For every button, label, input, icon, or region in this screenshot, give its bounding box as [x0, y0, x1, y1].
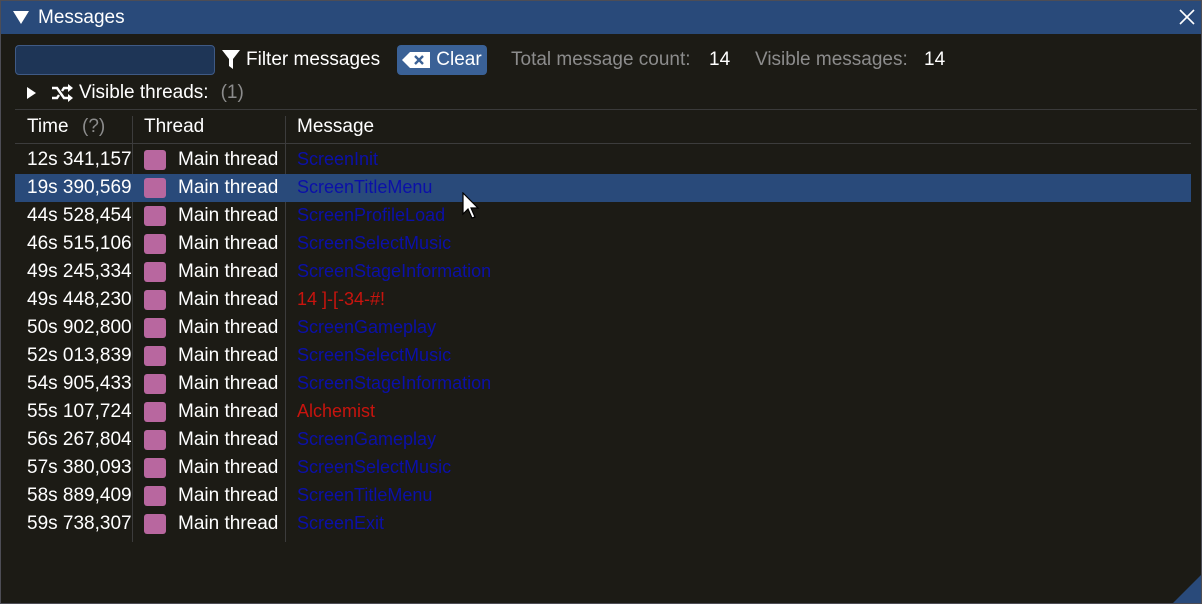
thread-color-swatch [144, 374, 166, 394]
column-header-thread[interactable]: Thread [144, 116, 204, 140]
table-row[interactable]: 49s 245,334 Main thread ScreenStageInforma… [15, 258, 1191, 286]
row-message: ScreenStageInformation [297, 261, 492, 281]
messages-table-body: 12s 341,157 Main thread ScreenInit 19s 390,… [15, 146, 1191, 538]
visible-count-value: 14 [924, 49, 946, 70]
column-header-message[interactable]: Message [297, 116, 374, 140]
table-row[interactable]: 59s 738,307 Main thread ScreenExit [15, 510, 1191, 538]
row-time: 58s 889,409 [27, 485, 132, 506]
row-thread: Main thread [178, 401, 279, 422]
row-time: 59s 738,307 [27, 513, 132, 534]
row-message: ScreenSelectMusic [297, 345, 452, 365]
table-row[interactable]: 49s 448,230 Main thread 14 ]-[-34-#! [15, 286, 1191, 314]
window-title: Messages [38, 6, 125, 28]
clear-button-label: Clear [436, 49, 482, 70]
column-header-time[interactable]: Time [27, 116, 69, 140]
table-row[interactable]: 46s 515,106 Main thread ScreenSelectMusic [15, 230, 1191, 258]
row-thread: Main thread [178, 429, 279, 450]
close-icon[interactable] [1179, 9, 1195, 25]
thread-color-swatch [144, 346, 166, 366]
filter-input[interactable] [15, 45, 215, 75]
row-thread: Main thread [178, 457, 279, 478]
visible-threads-toggle[interactable]: Visible threads: (1) [24, 82, 244, 104]
thread-color-swatch [144, 486, 166, 506]
row-time: 56s 267,804 [27, 429, 132, 450]
row-message: 14 ]-[-34-#! [297, 289, 386, 309]
row-message: ScreenSelectMusic [297, 457, 452, 477]
row-message: ScreenGameplay [297, 317, 437, 337]
row-time: 12s 341,157 [27, 149, 132, 170]
thread-color-swatch [144, 430, 166, 450]
table-row[interactable]: 58s 889,409 Main thread ScreenTitleMenu [15, 482, 1191, 510]
row-message: ScreenGameplay [297, 429, 437, 449]
row-thread: Main thread [178, 513, 279, 534]
thread-color-swatch [144, 514, 166, 534]
table-row[interactable]: 19s 390,569 Main thread ScreenTitleMenu [15, 174, 1191, 202]
row-message: Alchemist [297, 401, 376, 421]
thread-color-swatch [144, 206, 166, 226]
visible-threads-label: Visible threads: [79, 82, 209, 103]
row-message: ScreenSelectMusic [297, 233, 452, 253]
row-message: ScreenInit [297, 149, 379, 169]
thread-color-swatch [144, 402, 166, 422]
table-row[interactable]: 44s 528,454 Main thread ScreenProfileLoad [15, 202, 1191, 230]
backspace-icon [402, 52, 431, 68]
total-count-value: 14 [709, 49, 731, 70]
filter-label-text: Filter messages [246, 49, 381, 70]
row-time: 54s 905,433 [27, 373, 132, 394]
row-thread: Main thread [178, 233, 279, 254]
thread-color-swatch [144, 262, 166, 282]
row-message: ScreenTitleMenu [297, 485, 433, 505]
thread-color-swatch [144, 178, 166, 198]
row-thread: Main thread [178, 177, 279, 198]
row-time: 57s 380,093 [27, 457, 132, 478]
collapse-arrow-icon[interactable] [13, 11, 29, 24]
total-count-label: Total message count: [511, 49, 691, 70]
table-row[interactable]: 50s 902,800 Main thread ScreenGameplay [15, 314, 1191, 342]
row-thread: Main thread [178, 149, 279, 170]
row-thread: Main thread [178, 345, 279, 366]
thread-color-swatch [144, 290, 166, 310]
mouse-cursor-icon [462, 192, 480, 219]
expand-arrow-icon [27, 87, 36, 99]
thread-color-swatch [144, 150, 166, 170]
row-thread: Main thread [178, 373, 279, 394]
row-thread: Main thread [178, 485, 279, 506]
table-row[interactable]: 12s 341,157 Main thread ScreenInit [15, 146, 1191, 174]
row-time: 50s 902,800 [27, 317, 132, 338]
row-time: 49s 448,230 [27, 289, 132, 310]
table-header-divider [15, 143, 1191, 144]
toolbar-divider [15, 109, 1197, 110]
table-row[interactable]: 52s 013,839 Main thread ScreenSelectMusic [15, 342, 1191, 370]
thread-color-swatch [144, 318, 166, 338]
visible-threads-count: (1) [220, 82, 244, 103]
table-row[interactable]: 57s 380,093 Main thread ScreenSelectMusic [15, 454, 1191, 482]
row-time: 44s 528,454 [27, 205, 132, 226]
thread-color-swatch [144, 458, 166, 478]
thread-color-swatch [144, 234, 166, 254]
window-resize-grip[interactable] [1173, 575, 1201, 603]
shuffle-icon [52, 84, 73, 102]
row-thread: Main thread [178, 261, 279, 282]
row-time: 49s 245,334 [27, 261, 132, 282]
row-message: ScreenExit [297, 513, 385, 533]
row-time: 19s 390,569 [27, 177, 132, 198]
row-time: 52s 013,839 [27, 345, 132, 366]
row-thread: Main thread [178, 289, 279, 310]
row-time: 55s 107,724 [27, 401, 132, 422]
visible-count-label: Visible messages: [755, 49, 908, 70]
row-time: 46s 515,106 [27, 233, 132, 254]
table-row[interactable]: 54s 905,433 Main thread ScreenStageInforma… [15, 370, 1191, 398]
filter-icon [222, 50, 240, 69]
table-row[interactable]: 55s 107,724 Main thread Alchemist [15, 398, 1191, 426]
row-thread: Main thread [178, 317, 279, 338]
window-titlebar[interactable]: Messages [1, 1, 1201, 34]
row-message: ScreenProfileLoad [297, 205, 446, 225]
filter-label: Filter messages [221, 47, 380, 73]
row-message: ScreenStageInformation [297, 373, 492, 393]
row-message: ScreenTitleMenu [297, 177, 433, 197]
row-thread: Main thread [178, 205, 279, 226]
clear-button[interactable]: Clear [397, 45, 487, 75]
table-row[interactable]: 56s 267,804 Main thread ScreenGameplay [15, 426, 1191, 454]
time-help-marker[interactable]: (?) [82, 116, 105, 140]
